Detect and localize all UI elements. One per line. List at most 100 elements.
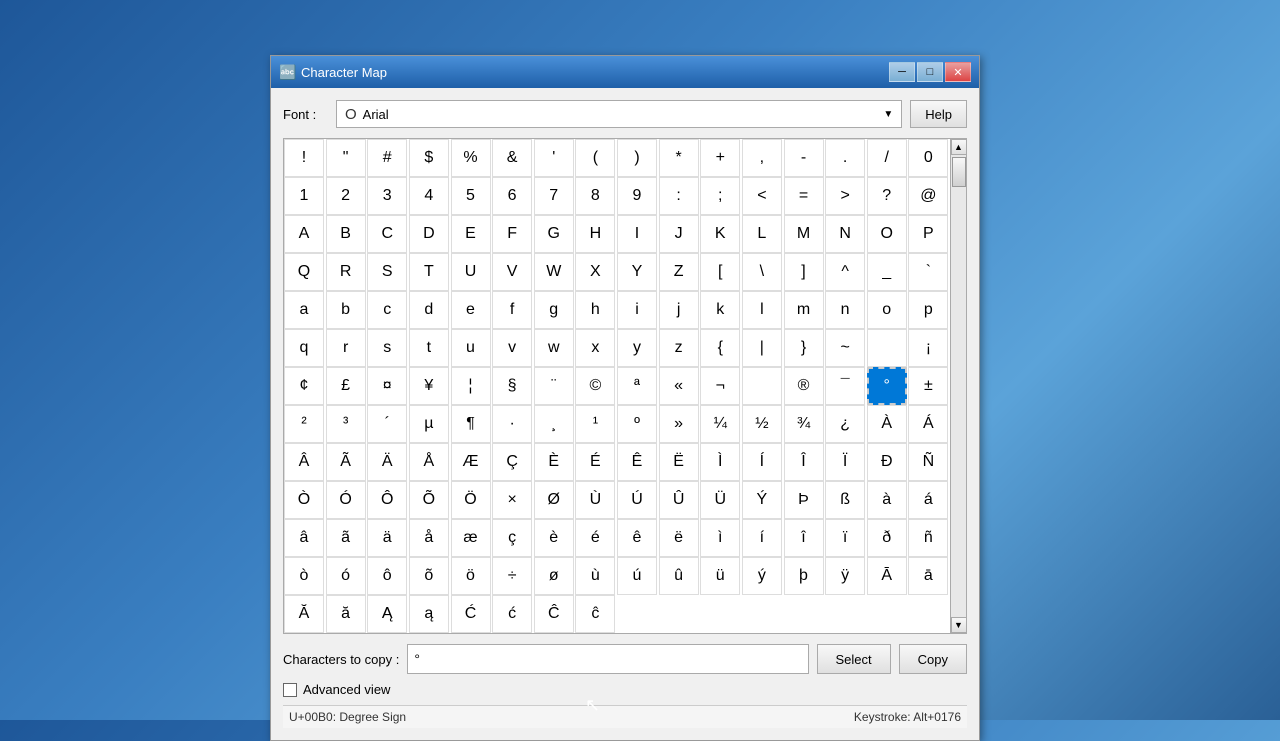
char-cell[interactable]: x bbox=[575, 329, 615, 367]
char-cell[interactable]: 1 bbox=[284, 177, 324, 215]
char-cell[interactable]: é bbox=[575, 519, 615, 557]
char-cell[interactable]: Â bbox=[284, 443, 324, 481]
char-cell[interactable]: ç bbox=[492, 519, 532, 557]
char-cell[interactable]: ¼ bbox=[700, 405, 740, 443]
char-cell[interactable]: K bbox=[700, 215, 740, 253]
char-cell[interactable]: ¤ bbox=[367, 367, 407, 405]
char-cell[interactable]: ð bbox=[867, 519, 907, 557]
char-cell[interactable]: _ bbox=[867, 253, 907, 291]
char-cell[interactable]: s bbox=[367, 329, 407, 367]
char-cell[interactable]: { bbox=[700, 329, 740, 367]
char-cell[interactable]: t bbox=[409, 329, 449, 367]
char-cell[interactable]: å bbox=[409, 519, 449, 557]
font-selector[interactable]: O Arial ▼ bbox=[336, 100, 902, 128]
char-cell[interactable]: Y bbox=[617, 253, 657, 291]
char-cell[interactable]: E bbox=[451, 215, 491, 253]
char-cell[interactable]: Ö bbox=[451, 481, 491, 519]
char-cell[interactable]: H bbox=[575, 215, 615, 253]
char-cell[interactable]: : bbox=[659, 177, 699, 215]
char-cell[interactable]: ê bbox=[617, 519, 657, 557]
char-cell[interactable]: 7 bbox=[534, 177, 574, 215]
advanced-view-checkbox[interactable] bbox=[283, 683, 297, 697]
char-cell[interactable]: æ bbox=[451, 519, 491, 557]
char-cell[interactable]: ñ bbox=[908, 519, 948, 557]
char-cell[interactable]: U bbox=[451, 253, 491, 291]
char-cell[interactable]: © bbox=[575, 367, 615, 405]
char-cell[interactable]: 9 bbox=[617, 177, 657, 215]
char-cell[interactable]: ¬ bbox=[700, 367, 740, 405]
char-cell[interactable]: I bbox=[617, 215, 657, 253]
char-cell[interactable]: 4 bbox=[409, 177, 449, 215]
char-cell[interactable]: o bbox=[867, 291, 907, 329]
char-cell[interactable]: ! bbox=[284, 139, 324, 177]
char-cell[interactable]: Ç bbox=[492, 443, 532, 481]
char-cell[interactable]: j bbox=[659, 291, 699, 329]
char-cell[interactable]: ÷ bbox=[492, 557, 532, 595]
char-cell[interactable]: ' bbox=[534, 139, 574, 177]
char-cell[interactable]: ¢ bbox=[284, 367, 324, 405]
char-cell[interactable]: × bbox=[492, 481, 532, 519]
char-cell[interactable]: É bbox=[575, 443, 615, 481]
char-cell[interactable]: Ā bbox=[867, 557, 907, 595]
char-cell[interactable]: Ó bbox=[326, 481, 366, 519]
char-cell[interactable]: . bbox=[825, 139, 865, 177]
char-cell[interactable]: Z bbox=[659, 253, 699, 291]
char-cell[interactable]: Ä bbox=[367, 443, 407, 481]
char-cell[interactable]: » bbox=[659, 405, 699, 443]
char-cell[interactable]: Ć bbox=[451, 595, 491, 633]
char-cell[interactable]: ´ bbox=[367, 405, 407, 443]
char-cell[interactable]: e bbox=[451, 291, 491, 329]
char-cell[interactable]: Ĉ bbox=[534, 595, 574, 633]
char-cell[interactable]: Ï bbox=[825, 443, 865, 481]
char-cell[interactable]: ¸ bbox=[534, 405, 574, 443]
char-cell[interactable]: , bbox=[742, 139, 782, 177]
char-cell[interactable]: Ë bbox=[659, 443, 699, 481]
char-cell[interactable]: B bbox=[326, 215, 366, 253]
char-cell[interactable]: È bbox=[534, 443, 574, 481]
char-cell[interactable]: ­ bbox=[742, 367, 782, 405]
char-cell[interactable]: Q bbox=[284, 253, 324, 291]
char-cell[interactable]: « bbox=[659, 367, 699, 405]
char-cell[interactable]: A bbox=[284, 215, 324, 253]
char-cell[interactable]: Ð bbox=[867, 443, 907, 481]
char-cell[interactable]: m bbox=[784, 291, 824, 329]
char-cell[interactable]: è bbox=[534, 519, 574, 557]
char-cell[interactable]: Õ bbox=[409, 481, 449, 519]
char-cell[interactable]: @ bbox=[908, 177, 948, 215]
char-cell[interactable]: Î bbox=[784, 443, 824, 481]
char-cell[interactable] bbox=[867, 329, 907, 367]
char-cell[interactable]: R bbox=[326, 253, 366, 291]
char-cell[interactable]: £ bbox=[326, 367, 366, 405]
char-cell[interactable]: 2 bbox=[326, 177, 366, 215]
char-cell[interactable]: w bbox=[534, 329, 574, 367]
char-cell[interactable]: h bbox=[575, 291, 615, 329]
char-cell[interactable]: ï bbox=[825, 519, 865, 557]
minimize-button[interactable]: ─ bbox=[889, 62, 915, 82]
char-cell[interactable]: ë bbox=[659, 519, 699, 557]
char-cell[interactable]: J bbox=[659, 215, 699, 253]
char-cell[interactable]: º bbox=[617, 405, 657, 443]
char-cell[interactable]: > bbox=[825, 177, 865, 215]
char-cell[interactable]: \ bbox=[742, 253, 782, 291]
char-cell[interactable]: r bbox=[326, 329, 366, 367]
char-cell[interactable]: ò bbox=[284, 557, 324, 595]
char-cell[interactable]: = bbox=[784, 177, 824, 215]
char-cell[interactable]: ^ bbox=[825, 253, 865, 291]
char-cell[interactable]: ú bbox=[617, 557, 657, 595]
char-cell[interactable]: [ bbox=[700, 253, 740, 291]
char-cell[interactable]: Ì bbox=[700, 443, 740, 481]
char-cell[interactable]: Ą bbox=[367, 595, 407, 633]
char-cell[interactable]: 3 bbox=[367, 177, 407, 215]
char-cell[interactable]: y bbox=[617, 329, 657, 367]
char-cell[interactable]: f bbox=[492, 291, 532, 329]
char-cell[interactable]: ª bbox=[617, 367, 657, 405]
char-cell[interactable]: â bbox=[284, 519, 324, 557]
char-cell[interactable]: þ bbox=[784, 557, 824, 595]
char-cell[interactable]: ¾ bbox=[784, 405, 824, 443]
char-cell[interactable]: ½ bbox=[742, 405, 782, 443]
char-cell[interactable]: l bbox=[742, 291, 782, 329]
char-cell[interactable]: Æ bbox=[451, 443, 491, 481]
char-cell[interactable]: | bbox=[742, 329, 782, 367]
char-cell[interactable]: L bbox=[742, 215, 782, 253]
char-cell[interactable]: ° bbox=[867, 367, 907, 405]
